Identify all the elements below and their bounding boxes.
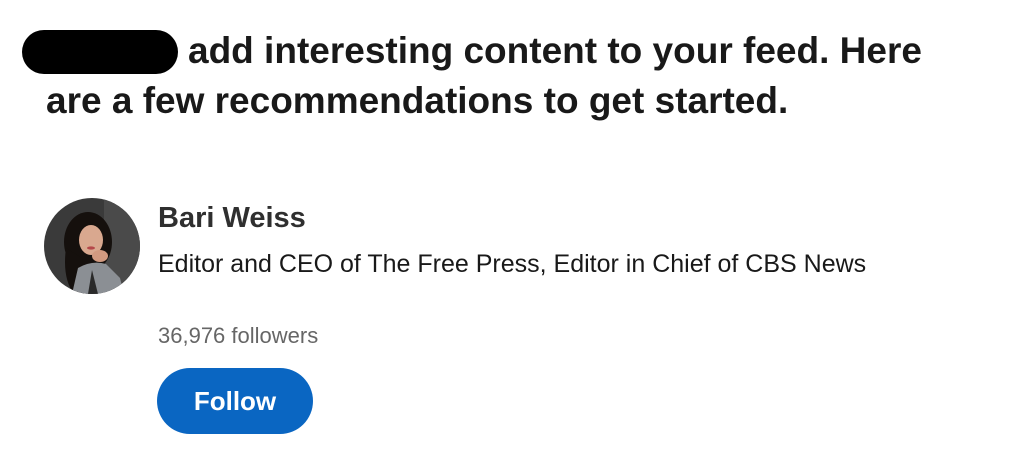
follower-count: 36,976 followers [158, 323, 319, 348]
recommendation-card: Bari Weiss Editor and CEO of The Free Pr… [44, 196, 944, 446]
member-name[interactable]: Bari Weiss [158, 200, 306, 236]
feed-intro-message: add interesting content to your feed. He… [22, 26, 986, 126]
profile-photo-avatar[interactable] [44, 198, 140, 294]
member-headline: Editor and CEO of The Free Press, Editor… [158, 250, 867, 278]
intro-text: add interesting content to your feed. He… [46, 30, 922, 121]
follow-button[interactable]: Follow [157, 368, 313, 434]
profile-photo-icon [44, 198, 140, 294]
